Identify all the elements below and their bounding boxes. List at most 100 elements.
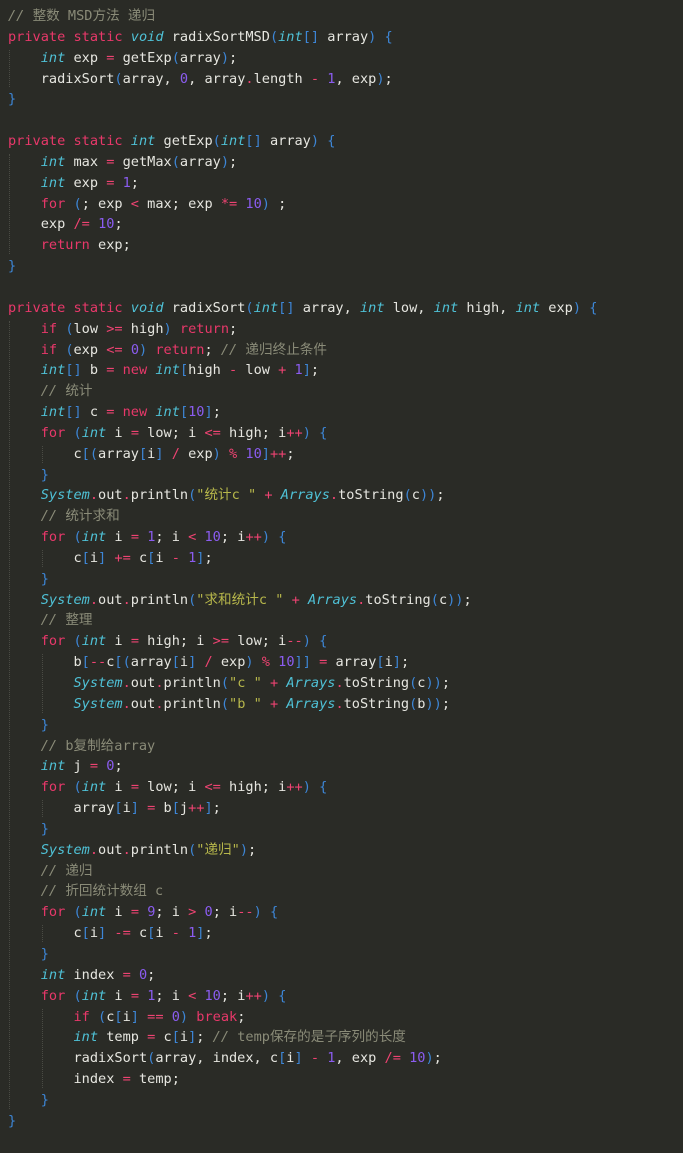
token-pl: low bbox=[73, 320, 107, 337]
token-pl: length bbox=[253, 70, 311, 87]
code-line[interactable]: // 整数 MSD方法 递归 bbox=[0, 6, 683, 27]
code-line[interactable]: for (int i = low; i <= high; i++) { bbox=[0, 423, 683, 444]
code-line[interactable] bbox=[0, 110, 683, 131]
token-typ: Arrays bbox=[280, 487, 330, 504]
code-line[interactable]: return exp; bbox=[0, 235, 683, 256]
token-br: ] bbox=[155, 445, 164, 462]
code-line[interactable]: int[] b = new int[high - low + 1]; bbox=[0, 360, 683, 381]
code-line[interactable]: System.out.println("统计c " + Arrays.toStr… bbox=[0, 485, 683, 506]
token-pl: out bbox=[130, 675, 156, 691]
code-line[interactable]: radixSort(array, index, c[i] - 1, exp /=… bbox=[0, 1048, 683, 1069]
code-line[interactable]: c[i] += c[i - 1]; bbox=[0, 548, 683, 569]
code-line[interactable]: if (c[i] == 0) break; bbox=[0, 1007, 683, 1028]
code-line[interactable]: int exp = getExp(array); bbox=[0, 48, 683, 69]
token-id: radixSort bbox=[171, 299, 246, 316]
code-line[interactable]: System.out.println("求和统计c " + Arrays.toS… bbox=[0, 590, 683, 611]
token-br: ) bbox=[261, 195, 270, 212]
code-line[interactable]: c[i] -= c[i - 1]; bbox=[0, 923, 683, 944]
code-line[interactable]: int index = 0; bbox=[0, 965, 683, 986]
code-line[interactable]: for (; exp < max; exp *= 10) ; bbox=[0, 194, 683, 215]
token-num: 0 bbox=[204, 904, 213, 921]
code-line[interactable]: private static int getExp(int[] array) { bbox=[0, 131, 683, 152]
token-pl: ; bbox=[147, 966, 156, 983]
code-line[interactable]: } bbox=[0, 944, 683, 965]
code-line[interactable]: // 整理 bbox=[0, 610, 683, 631]
code-line[interactable]: // b复制给array bbox=[0, 736, 683, 757]
code-line[interactable]: System.out.println("b " + Arrays.toStrin… bbox=[0, 694, 683, 715]
code-line[interactable] bbox=[0, 277, 683, 298]
token-pl: i bbox=[384, 654, 393, 671]
token-br: } bbox=[40, 945, 49, 962]
token-pl: ; bbox=[441, 675, 451, 691]
code-line[interactable]: private static void radixSortMSD(int[] a… bbox=[0, 27, 683, 48]
code-content[interactable]: // 整数 MSD方法 递归 private static void radixS… bbox=[0, 6, 683, 1132]
token-op: <= bbox=[106, 341, 123, 358]
code-line[interactable]: int max = getMax(array); bbox=[0, 152, 683, 173]
code-line[interactable]: int j = 0; bbox=[0, 756, 683, 777]
code-line[interactable]: } bbox=[0, 1090, 683, 1111]
code-line[interactable]: for (int i = high; i >= low; i--) { bbox=[0, 631, 683, 652]
code-line[interactable]: int temp = c[i]; // temp保存的是子序列的长度 bbox=[0, 1027, 683, 1048]
code-line[interactable]: for (int i = 1; i < 10; i++) { bbox=[0, 986, 683, 1007]
token-op: . bbox=[155, 695, 164, 712]
code-line[interactable]: array[i] = b[j++]; bbox=[0, 798, 683, 819]
code-line[interactable]: } bbox=[0, 256, 683, 277]
token-br: [ bbox=[81, 549, 90, 566]
code-line[interactable]: private static void radixSort(int[] arra… bbox=[0, 298, 683, 319]
code-line[interactable]: // 递归 bbox=[0, 861, 683, 882]
code-line[interactable]: int exp = 1; bbox=[0, 173, 683, 194]
code-line[interactable]: for (int i = low; i <= high; i++) { bbox=[0, 777, 683, 798]
code-line[interactable]: } bbox=[0, 819, 683, 840]
code-line[interactable]: // 折回统计数组 c bbox=[0, 881, 683, 902]
token-pl: array bbox=[319, 28, 369, 45]
token-pl: toString bbox=[343, 695, 410, 712]
code-line[interactable]: b[--c[(array[i] / exp) % 10]] = array[i]… bbox=[0, 652, 683, 673]
token-br: [( bbox=[114, 654, 131, 671]
code-line[interactable]: } bbox=[0, 1111, 683, 1132]
code-line[interactable]: index = temp; bbox=[0, 1069, 683, 1090]
token-br: } bbox=[40, 820, 49, 837]
code-line[interactable]: int[] c = new int[10]; bbox=[0, 402, 683, 423]
code-line[interactable]: radixSort(array, 0, array.length - 1, ex… bbox=[0, 69, 683, 90]
token-br: )) bbox=[425, 675, 442, 691]
token-op: ++ bbox=[245, 987, 262, 1004]
token-br: } bbox=[8, 91, 17, 108]
code-line[interactable]: } bbox=[0, 89, 683, 110]
code-editor[interactable]: // 整数 MSD方法 递归 private static void radixS… bbox=[0, 0, 683, 1153]
code-line[interactable]: System.out.println("递归"); bbox=[0, 840, 683, 861]
code-line[interactable]: } bbox=[0, 569, 683, 590]
code-line[interactable]: // 统计 bbox=[0, 381, 683, 402]
token-pl: ; bbox=[400, 654, 410, 671]
code-line[interactable]: for (int i = 1; i < 10; i++) { bbox=[0, 527, 683, 548]
code-line[interactable]: System.out.println("c " + Arrays.toStrin… bbox=[0, 673, 683, 694]
code-line[interactable]: } bbox=[0, 715, 683, 736]
code-line[interactable]: if (exp <= 0) return; // 递归终止条件 bbox=[0, 340, 683, 361]
code-line[interactable]: c[(array[i] / exp) % 10]++; bbox=[0, 444, 683, 465]
token-op: = bbox=[130, 779, 139, 796]
token-br: ) bbox=[163, 320, 172, 337]
code-line[interactable]: // 统计求和 bbox=[0, 506, 683, 527]
code-line[interactable]: } bbox=[0, 465, 683, 486]
token-pl: out bbox=[98, 487, 123, 504]
token-str: "递归" bbox=[196, 841, 240, 858]
token-op: == bbox=[147, 1008, 164, 1025]
token-kw: for bbox=[40, 633, 66, 650]
token-kw: for bbox=[40, 904, 66, 921]
code-line[interactable]: for (int i = 9; i > 0; i--) { bbox=[0, 902, 683, 923]
code-line[interactable]: if (low >= high) return; bbox=[0, 319, 683, 340]
code-line[interactable]: exp /= 10; bbox=[0, 214, 683, 235]
